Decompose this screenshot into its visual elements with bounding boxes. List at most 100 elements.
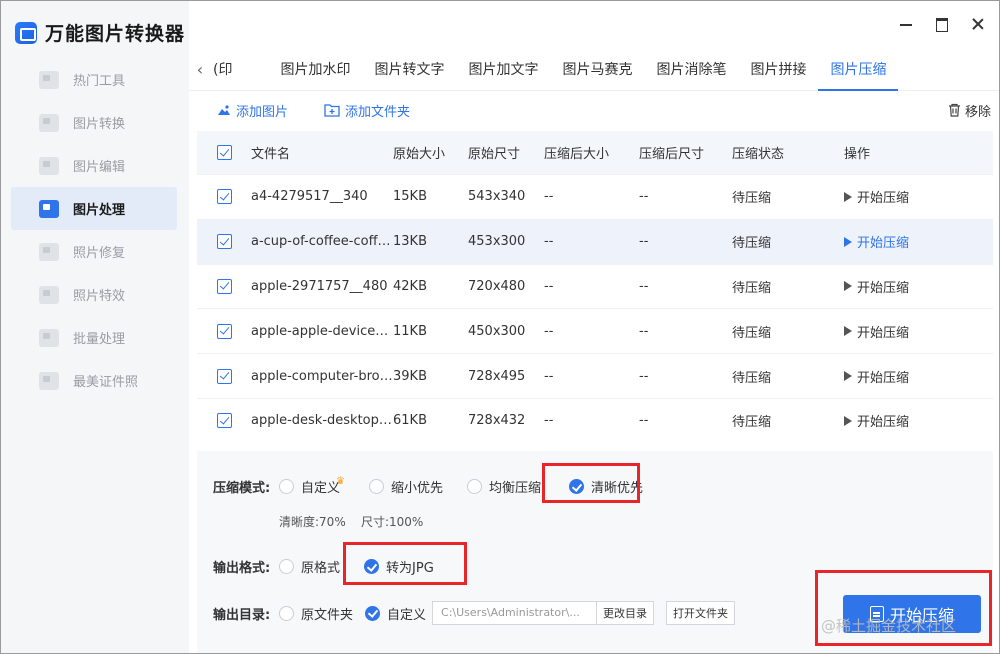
add-folder-button[interactable]: 添加文件夹 — [324, 101, 410, 120]
table-row[interactable]: apple-2971757__480 42KB 720x480 -- -- 待压… — [197, 265, 993, 310]
cell-filename: a4-4279517__340 — [251, 189, 368, 205]
cell-original-size: 39KB — [393, 368, 427, 384]
play-icon — [844, 415, 852, 426]
id-photo-icon — [39, 371, 59, 390]
close-icon[interactable] — [971, 17, 985, 31]
mode-clarity-radio[interactable]: 清晰优先 — [569, 477, 643, 496]
cell-original-size: 15KB — [393, 189, 427, 205]
watermark: @稀土掘金技术社区 — [821, 617, 957, 635]
format-jpg-radio[interactable]: 转为JPG — [364, 557, 434, 576]
maximize-icon[interactable] — [935, 17, 949, 32]
tab-stitch[interactable]: 图片拼接 — [738, 49, 818, 91]
table-row[interactable]: a-cup-of-coffee-coffee... 13KB 453x300 -… — [197, 219, 993, 265]
start-compress-row-button[interactable]: 开始压缩 — [844, 232, 964, 251]
convert-icon — [39, 113, 59, 132]
cell-original-dimensions: 720x480 — [468, 278, 526, 294]
header-compressed-size: 压缩后大小 — [544, 147, 610, 162]
cell-original-size: 61KB — [393, 413, 427, 429]
row-checkbox[interactable] — [217, 189, 232, 205]
row-checkbox[interactable] — [217, 234, 232, 250]
cell-compressed-dimensions: -- — [639, 189, 649, 205]
effect-icon — [39, 285, 59, 304]
open-folder-button[interactable]: 打开文件夹 — [666, 601, 736, 625]
table-row[interactable]: a4-4279517__340 15KB 543x340 -- -- 待压缩 开… — [197, 175, 993, 220]
select-all-checkbox[interactable] — [217, 145, 232, 160]
table-row[interactable]: apple-computer-brows... 39KB 728x495 -- … — [197, 354, 993, 399]
row-checkbox[interactable] — [217, 278, 232, 294]
row-checkbox[interactable] — [217, 413, 232, 429]
tab-watermark-partial[interactable]: (印 — [211, 49, 268, 91]
start-compress-row-button[interactable]: 开始压缩 — [844, 322, 964, 341]
sidebar-item-label: 图片处理 — [73, 203, 126, 218]
add-image-button[interactable]: 添加图片 — [217, 101, 288, 120]
sidebar-item-batch[interactable]: 批量处理 — [11, 316, 177, 359]
mode-custom-radio[interactable]: 自定义 ♛ — [279, 476, 345, 496]
sidebar-item-photo-repair[interactable]: 照片修复 — [11, 230, 177, 273]
tab-scroll-left-icon[interactable]: ‹ — [189, 60, 211, 79]
tab-add-text[interactable]: 图片加文字 — [456, 49, 550, 91]
header-action: 操作 — [844, 147, 871, 162]
format-original-radio[interactable]: 原格式 — [279, 557, 340, 576]
mode-balanced-radio[interactable]: 均衡压缩 — [467, 477, 541, 496]
sidebar-item-image-edit[interactable]: 图片编辑 — [11, 144, 177, 187]
sidebar-item-label: 图片转换 — [73, 117, 126, 132]
output-path-field[interactable]: C:\Users\Administrator\... — [432, 601, 598, 625]
remove-button[interactable]: 移除 — [948, 101, 991, 120]
header-status: 压缩状态 — [732, 147, 785, 162]
sidebar-item-label: 热门工具 — [73, 74, 126, 89]
output-dir-label: 输出目录: — [213, 607, 271, 623]
tab-compress[interactable]: 图片压缩 — [818, 49, 899, 91]
cell-compressed-size: -- — [544, 189, 554, 205]
dir-custom-radio[interactable]: 自定义 — [365, 604, 426, 623]
change-dir-button[interactable]: 更改目录 — [597, 601, 655, 625]
tab-add-watermark[interactable]: 图片加水印 — [268, 49, 362, 91]
play-icon — [844, 236, 852, 247]
sidebar-item-label: 最美证件照 — [73, 375, 139, 390]
cell-compressed-dimensions: -- — [639, 278, 649, 294]
compress-mode-label: 压缩模式: — [213, 481, 271, 496]
cell-compressed-dimensions: -- — [639, 368, 649, 384]
cell-filename: apple-apple-devices-cl... — [251, 323, 393, 339]
cell-status: 待压缩 — [732, 191, 772, 207]
tab-eraser[interactable]: 图片消除笔 — [644, 49, 738, 91]
remove-label: 移除 — [964, 104, 991, 120]
start-compress-row-button[interactable]: 开始压缩 — [844, 411, 964, 430]
header-original-size: 原始大小 — [393, 147, 446, 162]
sidebar-item-photo-effect[interactable]: 照片特效 — [11, 273, 177, 316]
sidebar-item-hot-tools[interactable]: 热门工具 — [11, 58, 177, 101]
start-compress-row-button[interactable]: 开始压缩 — [844, 277, 964, 296]
sidebar-item-image-process[interactable]: 图片处理 — [11, 187, 177, 230]
start-compress-row-button[interactable]: 开始压缩 — [844, 367, 964, 386]
sidebar-item-label: 图片编辑 — [73, 160, 126, 175]
tab-image-to-text[interactable]: 图片转文字 — [362, 49, 456, 91]
cell-status: 待压缩 — [732, 370, 772, 386]
table-row[interactable]: apple-desk-desktop-i... 61KB 728x432 -- … — [197, 399, 993, 441]
row-checkbox[interactable] — [217, 323, 232, 339]
file-table: 文件名 原始大小 原始尺寸 压缩后大小 压缩后尺寸 压缩状态 操作 a4-427… — [197, 131, 993, 441]
mode-shrink-radio[interactable]: 缩小优先 — [368, 477, 443, 496]
start-compress-row-button[interactable]: 开始压缩 — [844, 187, 964, 206]
minimize-icon[interactable] — [899, 17, 913, 31]
cell-status: 待压缩 — [732, 325, 772, 341]
grid-icon — [39, 70, 59, 89]
tab-mosaic[interactable]: 图片马赛克 — [550, 49, 644, 91]
cell-original-dimensions: 453x300 — [468, 234, 526, 250]
batch-icon — [39, 328, 59, 347]
table-row[interactable]: apple-apple-devices-cl... 11KB 450x300 -… — [197, 309, 993, 355]
dir-original-radio[interactable]: 原文件夹 — [279, 604, 353, 623]
play-icon — [844, 371, 852, 382]
sidebar-item-image-convert[interactable]: 图片转换 — [11, 101, 177, 144]
cell-original-size: 42KB — [393, 278, 427, 294]
cell-original-size: 13KB — [393, 234, 427, 250]
tab-bar: ‹ (印 图片加水印 图片转文字 图片加文字 图片马赛克 图片消除笔 图片拼接 … — [189, 49, 999, 91]
cell-original-dimensions: 728x432 — [468, 413, 526, 429]
vip-crown-icon: ♛ — [336, 476, 345, 487]
app-title: 万能图片转换器 — [15, 19, 185, 46]
toolbar: 添加图片 添加文件夹 移除 — [197, 93, 991, 127]
sidebar-item-id-photo[interactable]: 最美证件照 — [11, 359, 177, 402]
row-checkbox[interactable] — [217, 368, 232, 384]
cell-compressed-size: -- — [544, 278, 554, 294]
cell-original-size: 11KB — [393, 323, 427, 339]
app-title-text: 万能图片转换器 — [45, 23, 186, 45]
sidebar-nav: 热门工具 图片转换 图片编辑 图片处理 照片修复 照片特效 批量处理 最美证件照 — [11, 58, 177, 402]
